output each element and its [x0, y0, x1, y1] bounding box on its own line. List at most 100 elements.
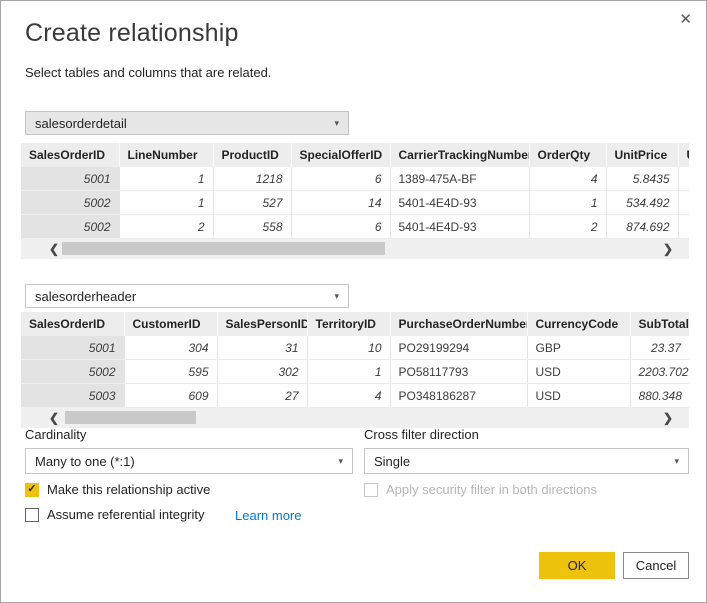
table2-column-header[interactable]: CustomerID — [124, 312, 217, 336]
table1-scrollbar[interactable]: ❮ ❯ — [21, 239, 689, 259]
table1-cell[interactable]: 2 — [119, 215, 213, 239]
cardinality-dropdown[interactable]: Many to one (*:1) ▾ — [25, 448, 353, 474]
create-relationship-dialog: ✕ Create relationship Select tables and … — [0, 0, 707, 603]
table1-cell[interactable]: 6 — [291, 215, 390, 239]
table2-cell[interactable]: 1 — [307, 360, 390, 384]
table1-row: 50021527145401-4E4D-931534.492 — [21, 191, 689, 215]
table1-header-row: SalesOrderIDLineNumberProductIDSpecialOf… — [21, 143, 689, 167]
scroll-right-icon[interactable]: ❯ — [663, 239, 673, 259]
table1-cell[interactable]: 5002 — [21, 191, 119, 215]
table1-cell[interactable]: 14 — [291, 191, 390, 215]
table2-cell[interactable]: PO348186287 — [390, 384, 527, 408]
table2-cell[interactable]: 595 — [124, 360, 217, 384]
table1-row: 50011121861389-475A-BF45.8435 — [21, 167, 689, 191]
table1-selector-dropdown[interactable]: salesorderdetail ▾ — [25, 111, 349, 135]
table1-column-header[interactable]: LineNumber — [119, 143, 213, 167]
table1-column-header[interactable]: U — [678, 143, 689, 167]
table2-cell[interactable]: PO29199294 — [390, 336, 527, 360]
table1-row: 5002255865401-4E4D-932874.692 — [21, 215, 689, 239]
cancel-button[interactable]: Cancel — [623, 552, 689, 579]
learn-more-link[interactable]: Learn more — [235, 508, 301, 523]
table1-cell[interactable]: 6 — [291, 167, 390, 191]
scroll-left-icon[interactable]: ❮ — [49, 408, 59, 428]
table2-cell[interactable]: 304 — [124, 336, 217, 360]
security-filter-label: Apply security filter in both directions — [386, 482, 597, 497]
table1-scrollbar-thumb[interactable] — [62, 242, 385, 255]
table1-column-header[interactable]: SpecialOfferID — [291, 143, 390, 167]
table2-scrollbar[interactable]: ❮ ❯ — [21, 408, 689, 428]
table2-cell[interactable]: 880.348 — [630, 384, 689, 408]
table1-cell[interactable]: 1 — [119, 167, 213, 191]
table2-scrollbar-thumb[interactable] — [65, 411, 196, 424]
table1-cell[interactable]: 4 — [529, 167, 606, 191]
table2-selector-dropdown[interactable]: salesorderheader ▾ — [25, 284, 349, 308]
table2-cell[interactable]: 27 — [217, 384, 307, 408]
table1-cell[interactable]: 5001 — [21, 167, 119, 191]
table1-cell[interactable]: 5.8435 — [606, 167, 678, 191]
table1-cell[interactable]: 874.692 — [606, 215, 678, 239]
table1-column-header[interactable]: UnitPrice — [606, 143, 678, 167]
table2-cell[interactable]: USD — [527, 360, 630, 384]
table2-grid: SalesOrderIDCustomerIDSalesPersonIDTerri… — [21, 312, 689, 408]
make-active-checkbox-row[interactable]: ✓ Make this relationship active — [25, 482, 210, 497]
cross-filter-direction-dropdown[interactable]: Single ▾ — [364, 448, 689, 474]
table1-cell[interactable] — [678, 191, 689, 215]
table2-cell[interactable]: PO58117793 — [390, 360, 527, 384]
table2-column-header[interactable]: SubTotal — [630, 312, 689, 336]
table2-cell[interactable]: 4 — [307, 384, 390, 408]
table2-cell[interactable]: 5002 — [21, 360, 124, 384]
table1-cell[interactable]: 1 — [119, 191, 213, 215]
table1-cell[interactable]: 1 — [529, 191, 606, 215]
dialog-subtitle: Select tables and columns that are relat… — [25, 65, 271, 80]
table1-cell[interactable]: 1218 — [213, 167, 291, 191]
table2-cell[interactable]: 10 — [307, 336, 390, 360]
table2-column-header[interactable]: CurrencyCode — [527, 312, 630, 336]
chevron-down-icon: ▾ — [334, 118, 339, 129]
referential-integrity-checkbox[interactable]: ✓ — [25, 508, 39, 522]
make-active-label: Make this relationship active — [47, 482, 210, 497]
table2-cell[interactable]: 302 — [217, 360, 307, 384]
table2-cell[interactable]: USD — [527, 384, 630, 408]
cardinality-value: Many to one (*:1) — [35, 454, 135, 469]
table1-cell[interactable]: 5401-4E4D-93 — [390, 191, 529, 215]
dialog-title: Create relationship — [25, 19, 239, 48]
scroll-left-icon[interactable]: ❮ — [49, 239, 59, 259]
cross-filter-direction-value: Single — [374, 454, 410, 469]
table1-column-header[interactable]: OrderQty — [529, 143, 606, 167]
table1-column-header[interactable]: ProductID — [213, 143, 291, 167]
table1-column-header[interactable]: CarrierTrackingNumber — [390, 143, 529, 167]
close-icon[interactable]: ✕ — [675, 6, 696, 32]
table1-cell[interactable]: 2 — [529, 215, 606, 239]
make-active-checkbox[interactable]: ✓ — [25, 483, 39, 497]
table2-cell[interactable]: 609 — [124, 384, 217, 408]
table2-row: 5003609274PO348186287USD880.348 — [21, 384, 689, 408]
table1-cell[interactable]: 1389-475A-BF — [390, 167, 529, 191]
table1-cell[interactable]: 527 — [213, 191, 291, 215]
cardinality-label: Cardinality — [25, 427, 86, 442]
table2-cell[interactable]: 23.37 — [630, 336, 689, 360]
table1-container: SalesOrderIDLineNumberProductIDSpecialOf… — [21, 143, 689, 259]
table1-grid: SalesOrderIDLineNumberProductIDSpecialOf… — [21, 143, 689, 239]
table2-cell[interactable]: 5001 — [21, 336, 124, 360]
table1-cell[interactable]: 5401-4E4D-93 — [390, 215, 529, 239]
table1-cell[interactable] — [678, 167, 689, 191]
ok-button[interactable]: OK — [539, 552, 615, 579]
table2-cell[interactable]: 31 — [217, 336, 307, 360]
table2-cell[interactable]: 2203.702 — [630, 360, 689, 384]
table1-cell[interactable]: 5002 — [21, 215, 119, 239]
table2-header-row: SalesOrderIDCustomerIDSalesPersonIDTerri… — [21, 312, 689, 336]
table1-cell[interactable]: 558 — [213, 215, 291, 239]
table1-column-header[interactable]: SalesOrderID — [21, 143, 119, 167]
table2-container: SalesOrderIDCustomerIDSalesPersonIDTerri… — [21, 312, 689, 428]
table2-cell[interactable]: GBP — [527, 336, 630, 360]
table1-cell[interactable] — [678, 215, 689, 239]
table2-column-header[interactable]: SalesOrderID — [21, 312, 124, 336]
referential-integrity-label: Assume referential integrity — [47, 507, 205, 522]
table1-cell[interactable]: 534.492 — [606, 191, 678, 215]
table2-cell[interactable]: 5003 — [21, 384, 124, 408]
table2-column-header[interactable]: PurchaseOrderNumber — [390, 312, 527, 336]
scroll-right-icon[interactable]: ❯ — [663, 408, 673, 428]
referential-integrity-checkbox-row[interactable]: ✓ Assume referential integrity — [25, 507, 205, 522]
table2-column-header[interactable]: TerritoryID — [307, 312, 390, 336]
table2-column-header[interactable]: SalesPersonID — [217, 312, 307, 336]
